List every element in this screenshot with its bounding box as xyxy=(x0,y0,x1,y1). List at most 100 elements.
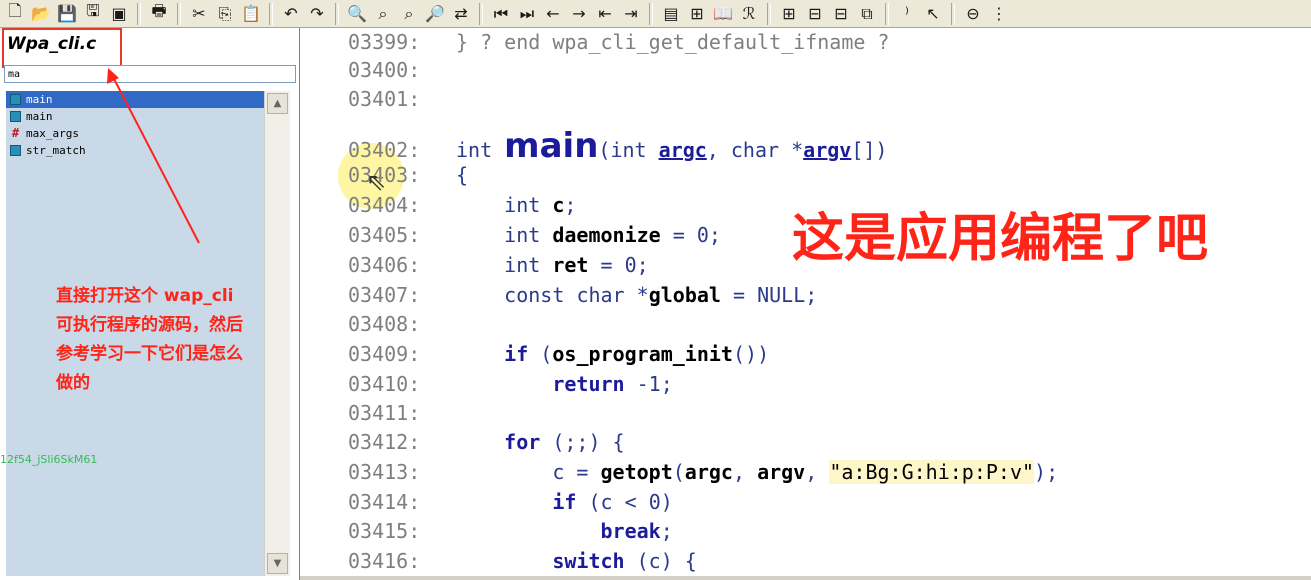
line-number: 03401: xyxy=(348,87,421,111)
symbol-item[interactable]: str_match xyxy=(6,142,264,159)
annotation-note-line: 参考学习一下它们是怎么 xyxy=(56,344,243,364)
code-keyword: break xyxy=(600,519,661,543)
toolbar-separator xyxy=(649,2,653,25)
main-toolbar: 🗋 📂 💾 🖫 ▣ 🖶 ✂ ⎘ 📋 ↶ ↷ 🔍 ⌕ ⌕ 🔎 ⇄ ⏮ ⏭ ← → … xyxy=(0,0,1311,28)
line-number: 03415: xyxy=(348,519,421,543)
save-all-icon[interactable]: 🖫 xyxy=(80,1,106,26)
cascade-windows-icon[interactable]: ⧉ xyxy=(854,2,880,26)
indent-right-icon[interactable]: ⇥ xyxy=(618,2,644,26)
code-keyword: return xyxy=(552,372,625,396)
code-text: if (c < 0) xyxy=(552,490,673,514)
relation-window-icon[interactable]: ⊞ xyxy=(684,2,710,26)
find-in-files-icon[interactable]: 🔎 xyxy=(422,2,448,26)
line-number: 03411: xyxy=(348,401,421,425)
copy-icon[interactable]: ⎘ xyxy=(212,2,238,26)
code-number: 0 xyxy=(624,253,637,277)
annotation-note-line: 直接打开这个 wap_cli xyxy=(56,286,234,306)
scroll-down-button[interactable]: ▼ xyxy=(267,553,288,574)
code-function-call: os_program_init xyxy=(552,342,733,366)
code-text: int c; xyxy=(504,193,577,217)
code-keyword: int xyxy=(504,223,541,247)
line-number: 03416: xyxy=(348,549,421,573)
line-number: 03409: xyxy=(348,342,421,366)
back-arrow-icon[interactable]: ← xyxy=(540,2,566,26)
code-keyword: const xyxy=(504,283,565,307)
code-identifier: c xyxy=(648,549,661,573)
close-file-icon[interactable]: ▣ xyxy=(106,2,132,26)
code-line: 03399: } ? end wpa_cli_get_default_ifname… xyxy=(348,30,889,60)
find-next-icon[interactable]: ⌕ xyxy=(396,2,422,26)
code-keyword: char xyxy=(576,283,625,307)
code-text: for (;;) { xyxy=(504,430,625,454)
line-number: 03404: xyxy=(348,193,421,217)
paren-match-icon[interactable]: ⁾ xyxy=(894,2,920,26)
code-line: 03408: xyxy=(348,312,456,342)
split-horizontal-icon[interactable]: ⊟ xyxy=(802,2,828,26)
symbol-window-icon[interactable]: ▤ xyxy=(658,2,684,26)
code-text: int daemonize = 0; xyxy=(504,223,721,247)
tile-windows-icon[interactable]: ⊞ xyxy=(776,2,802,26)
code-line: 03402: int main(int argc, char *argv[]) xyxy=(348,126,887,166)
split-vertical-icon[interactable]: ⊟ xyxy=(828,2,854,26)
code-keyword: if xyxy=(504,342,529,366)
code-keyword: int xyxy=(504,253,541,277)
symbol-item[interactable]: main xyxy=(6,91,264,108)
toolbar-separator xyxy=(767,2,771,25)
code-line: 03401: xyxy=(348,87,456,117)
new-file-icon[interactable]: 🗋 xyxy=(2,1,28,26)
find-icon[interactable]: 🔍 xyxy=(344,2,370,26)
bookmark-next-icon[interactable]: ⏭ xyxy=(514,2,540,26)
line-number: 03403: xyxy=(348,163,421,187)
toolbar-separator xyxy=(885,2,889,25)
symbol-item-label: main xyxy=(26,110,53,123)
line-number: 03405: xyxy=(348,223,421,247)
code-number: 1 xyxy=(648,372,661,396)
code-text: { xyxy=(456,163,469,187)
toolbar-separator xyxy=(137,2,141,25)
function-icon xyxy=(10,145,21,156)
paste-icon[interactable]: 📋 xyxy=(238,2,264,26)
code-editor[interactable]: 03399: } ? end wpa_cli_get_default_ifname… xyxy=(300,28,1311,580)
code-identifier: ret xyxy=(552,253,589,277)
line-number: 03414: xyxy=(348,490,421,514)
open-folder-icon[interactable]: 📂 xyxy=(28,2,54,26)
toolbar-separator xyxy=(951,2,955,25)
code-identifier: c xyxy=(600,490,613,514)
symbol-search-input[interactable] xyxy=(4,65,296,83)
code-text: } ? end wpa_cli_get_default_ifname ? xyxy=(456,30,889,54)
file-title: Wpa_cli.c xyxy=(7,34,97,54)
print-icon[interactable]: 🖶 xyxy=(146,1,172,26)
reference-icon[interactable]: ℛ xyxy=(736,2,762,26)
line-number: 03407: xyxy=(348,283,421,307)
redo-icon[interactable]: ↷ xyxy=(304,2,330,26)
cut-icon[interactable]: ✂ xyxy=(186,2,212,26)
link-icon[interactable]: ⊖ xyxy=(960,2,986,26)
code-text: if (os_program_init()) xyxy=(504,342,770,366)
forward-arrow-icon[interactable]: → xyxy=(566,2,592,26)
watermark-text: 12f54_jSli6SkM61 xyxy=(0,453,98,466)
indent-left-icon[interactable]: ⇤ xyxy=(592,2,618,26)
code-line: 03406: int ret = 0; xyxy=(348,253,649,283)
line-number: 03413: xyxy=(348,460,421,484)
bookmark-prev-icon[interactable]: ⏮ xyxy=(488,2,514,26)
line-number: 03399: xyxy=(348,30,421,54)
replace-icon[interactable]: ⇄ xyxy=(448,2,474,26)
overflow-icon[interactable]: ⋮ xyxy=(986,2,1012,26)
code-line: 03413: c = getopt(argc, argv, "a:Bg:G:hi… xyxy=(348,460,1058,490)
code-line: 03411: xyxy=(348,401,456,431)
symbol-item[interactable]: # max_args xyxy=(6,125,264,142)
code-line: 03416: switch (c) { xyxy=(348,549,697,579)
symbol-item-label: str_match xyxy=(26,144,86,157)
annotation-note-line: 可执行程序的源码，然后 xyxy=(56,315,243,335)
horizontal-scrollbar[interactable] xyxy=(300,576,1311,580)
symbol-item[interactable]: main xyxy=(6,108,264,125)
code-identifier: daemonize xyxy=(552,223,661,247)
save-icon[interactable]: 💾 xyxy=(54,2,80,26)
book-icon[interactable]: 📖 xyxy=(710,2,736,26)
scroll-up-button[interactable]: ▲ xyxy=(267,93,288,114)
help-pointer-icon[interactable]: ↖ xyxy=(920,2,946,26)
code-line: 03410: return -1; xyxy=(348,372,673,402)
undo-icon[interactable]: ↶ xyxy=(278,2,304,26)
code-keyword: if xyxy=(552,490,577,514)
find-previous-icon[interactable]: ⌕ xyxy=(370,2,396,26)
